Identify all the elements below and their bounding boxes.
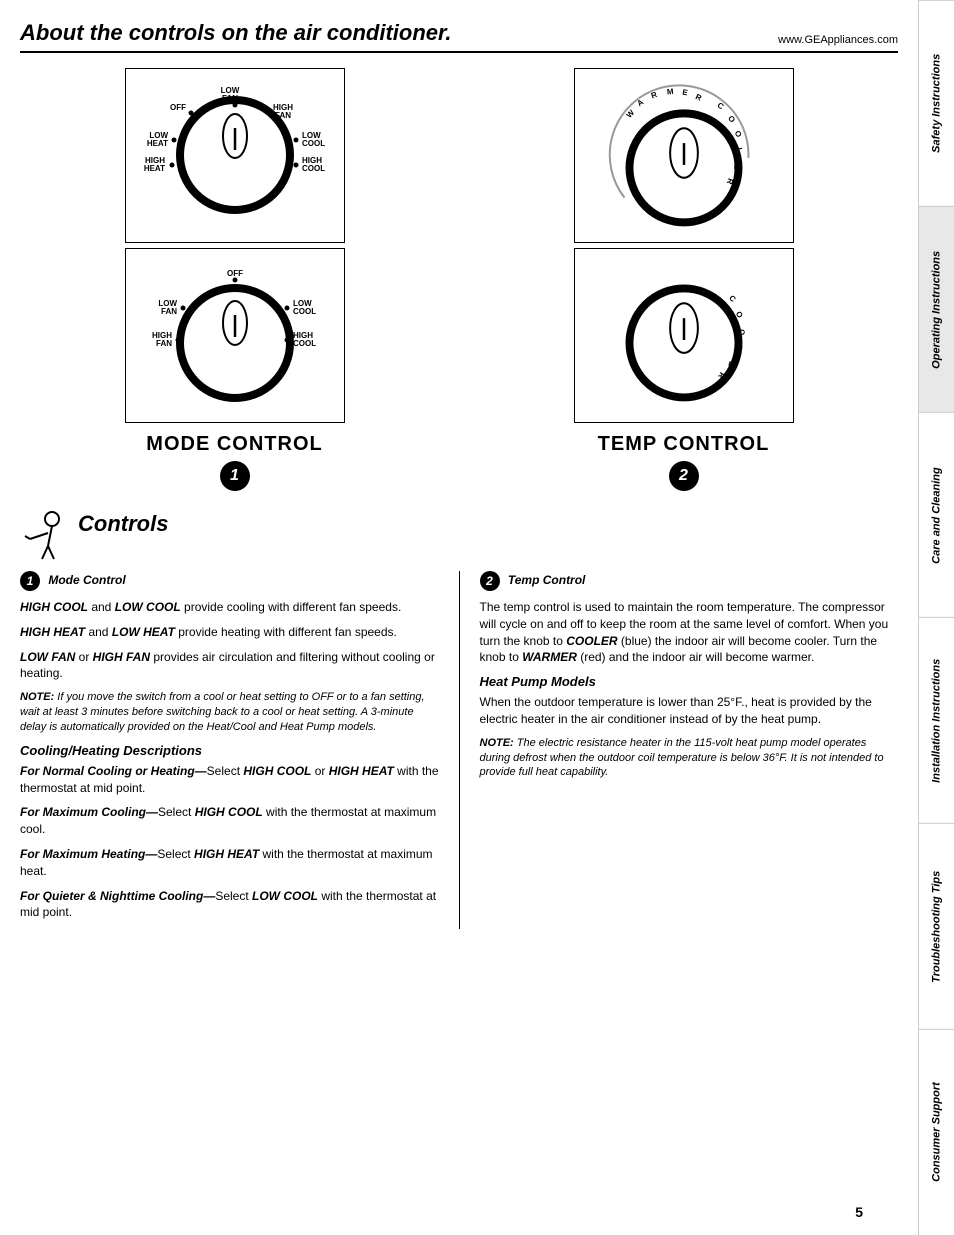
left-column: 1 Mode Control HIGH COOL and LOW COOL pr… bbox=[20, 571, 460, 929]
note-label: NOTE: bbox=[20, 691, 54, 703]
person-icon bbox=[20, 511, 70, 561]
svg-text:HEAT: HEAT bbox=[146, 139, 167, 148]
desc-max-heat: For Maximum Heating—Select HIGH HEAT wit… bbox=[20, 846, 439, 880]
mode-control-title: Mode Control bbox=[48, 573, 125, 587]
sidebar-tab-troubleshooting[interactable]: Troubleshooting Tips bbox=[919, 823, 954, 1029]
temp-control-label: TEMP CONTROL bbox=[598, 433, 770, 456]
desc-quieter: For Quieter & Nighttime Cooling—Select L… bbox=[20, 888, 439, 922]
svg-text:O: O bbox=[732, 129, 743, 138]
sidebar-tab-safety[interactable]: Safety Instructions bbox=[919, 0, 954, 206]
high-heat-label: HIGH HEAT bbox=[20, 625, 85, 639]
temp-control-title: Temp Control bbox=[508, 573, 586, 587]
svg-text:R: R bbox=[694, 92, 703, 103]
heat-pump-title: Heat Pump Models bbox=[480, 674, 899, 689]
mode-dial-box-1: LOW FAN OFF HIGH FAN LOW HEAT LOW COOL bbox=[125, 68, 345, 243]
quieter-label: For Quieter & Nighttime Cooling— bbox=[20, 889, 215, 903]
mode-control-column: LOW FAN OFF HIGH FAN LOW HEAT LOW COOL bbox=[20, 68, 449, 491]
desc4-text: Select bbox=[215, 889, 252, 903]
note-content-2: The electric resistance heater in the 11… bbox=[480, 737, 884, 779]
temp-control-heading: 2 Temp Control bbox=[480, 571, 899, 591]
desc-normal: For Normal Cooling or Heating—Select HIG… bbox=[20, 763, 439, 797]
desc3-text: Select bbox=[157, 847, 194, 861]
low-cool-label: LOW COOL bbox=[115, 600, 181, 614]
website-url: www.GEAppliances.com bbox=[778, 34, 898, 46]
svg-text:FAN: FAN bbox=[156, 339, 172, 348]
controls-title: Controls bbox=[78, 511, 168, 561]
para-fan: LOW FAN or HIGH FAN provides air circula… bbox=[20, 649, 439, 683]
svg-text:C: C bbox=[727, 293, 738, 304]
para-high-heat: HIGH HEAT and LOW HEAT provide heating w… bbox=[20, 624, 439, 641]
high-cool-label: HIGH COOL bbox=[20, 600, 88, 614]
cooling-text: provide cooling with different fan speed… bbox=[181, 600, 402, 614]
and-text-2: and bbox=[85, 625, 112, 639]
temp-control-para: The temp control is used to maintain the… bbox=[480, 599, 899, 666]
mode-control-label: MODE CONTROL bbox=[146, 433, 322, 456]
controls-body: 1 Mode Control HIGH COOL and LOW COOL pr… bbox=[20, 571, 898, 929]
heating-text: provide heating with different fan speed… bbox=[175, 625, 397, 639]
sidebar-tab-installation[interactable]: Installation Instructions bbox=[919, 617, 954, 823]
max-heat-label: For Maximum Heating— bbox=[20, 847, 157, 861]
page-title: About the controls on the air conditione… bbox=[20, 20, 451, 46]
diagrams-section: LOW FAN OFF HIGH FAN LOW HEAT LOW COOL bbox=[20, 68, 898, 491]
max-cool-label: For Maximum Cooling— bbox=[20, 805, 158, 819]
sidebar-tab-consumer[interactable]: Consumer Support bbox=[919, 1029, 954, 1235]
mode-control-number: 1 bbox=[220, 461, 250, 491]
low-heat-label: LOW HEAT bbox=[112, 625, 175, 639]
temp-control-column: W A R M E R C O O L E R bbox=[469, 68, 898, 491]
normal-label: For Normal Cooling or Heating— bbox=[20, 764, 207, 778]
note-content: If you move the switch from a cool or he… bbox=[20, 691, 425, 733]
svg-text:COOL: COOL bbox=[293, 307, 316, 316]
mode-note: NOTE: If you move the switch from a cool… bbox=[20, 690, 439, 735]
mode-control-heading: 1 Mode Control bbox=[20, 571, 439, 591]
svg-text:E: E bbox=[681, 88, 688, 98]
temp-dial-box-1: W A R M E R C O O L E R bbox=[574, 68, 794, 243]
desc1-bold: HIGH COOL bbox=[243, 764, 311, 778]
low-fan-label: LOW FAN bbox=[20, 650, 75, 664]
right-column: 2 Temp Control The temp control is used … bbox=[460, 571, 899, 929]
desc4-bold: LOW COOL bbox=[252, 889, 318, 903]
svg-text:COOL: COOL bbox=[302, 164, 325, 173]
controls-header-row: Controls bbox=[20, 511, 898, 561]
svg-text:OFF: OFF bbox=[227, 269, 243, 278]
desc2-text: Select bbox=[158, 805, 195, 819]
sidebar-tab-operating[interactable]: Operating Instructions bbox=[919, 206, 954, 412]
svg-text:OFF: OFF bbox=[170, 103, 186, 112]
main-content: About the controls on the air conditione… bbox=[0, 0, 918, 1235]
desc2-bold: HIGH COOL bbox=[195, 805, 263, 819]
page-header: About the controls on the air conditione… bbox=[20, 20, 898, 53]
temp-para-3: (red) and the indoor air will become war… bbox=[577, 650, 814, 664]
svg-text:HEAT: HEAT bbox=[143, 164, 164, 173]
high-fan-label: HIGH FAN bbox=[93, 650, 150, 664]
mode-dial-box-2: OFF LOW FAN LOW COOL HIGH FAN HIGH bbox=[125, 248, 345, 423]
cooler-bold: COOLER bbox=[566, 634, 617, 648]
svg-text:COOL: COOL bbox=[293, 339, 316, 348]
page-number: 5 bbox=[855, 1204, 863, 1220]
temp-dial-box-2: C O O L E R bbox=[574, 248, 794, 423]
svg-text:FAN: FAN bbox=[161, 307, 177, 316]
desc3-bold: HIGH HEAT bbox=[194, 847, 259, 861]
or-text: or bbox=[75, 650, 92, 664]
cooling-heating-title: Cooling/Heating Descriptions bbox=[20, 743, 439, 758]
note-label-2: NOTE: bbox=[480, 737, 514, 749]
warmer-bold: WARMER bbox=[522, 650, 577, 664]
desc1-text2: or bbox=[311, 764, 328, 778]
heat-pump-para: When the outdoor temperature is lower th… bbox=[480, 694, 899, 728]
desc-max-cool: For Maximum Cooling—Select HIGH COOL wit… bbox=[20, 804, 439, 838]
heat-pump-note: NOTE: The electric resistance heater in … bbox=[480, 736, 899, 781]
and-text-1: and bbox=[88, 600, 115, 614]
para-high-cool: HIGH COOL and LOW COOL provide cooling w… bbox=[20, 599, 439, 616]
temp-control-number: 2 bbox=[669, 461, 699, 491]
desc1-bold2: HIGH HEAT bbox=[329, 764, 394, 778]
desc1-text: Select bbox=[207, 764, 244, 778]
section-number-2: 2 bbox=[480, 571, 500, 591]
sidebar-tab-care[interactable]: Care and Cleaning bbox=[919, 412, 954, 618]
svg-text:M: M bbox=[666, 87, 674, 97]
svg-text:COOL: COOL bbox=[302, 139, 325, 148]
section-number-1: 1 bbox=[20, 571, 40, 591]
sidebar: Safety Instructions Operating Instructio… bbox=[918, 0, 954, 1235]
